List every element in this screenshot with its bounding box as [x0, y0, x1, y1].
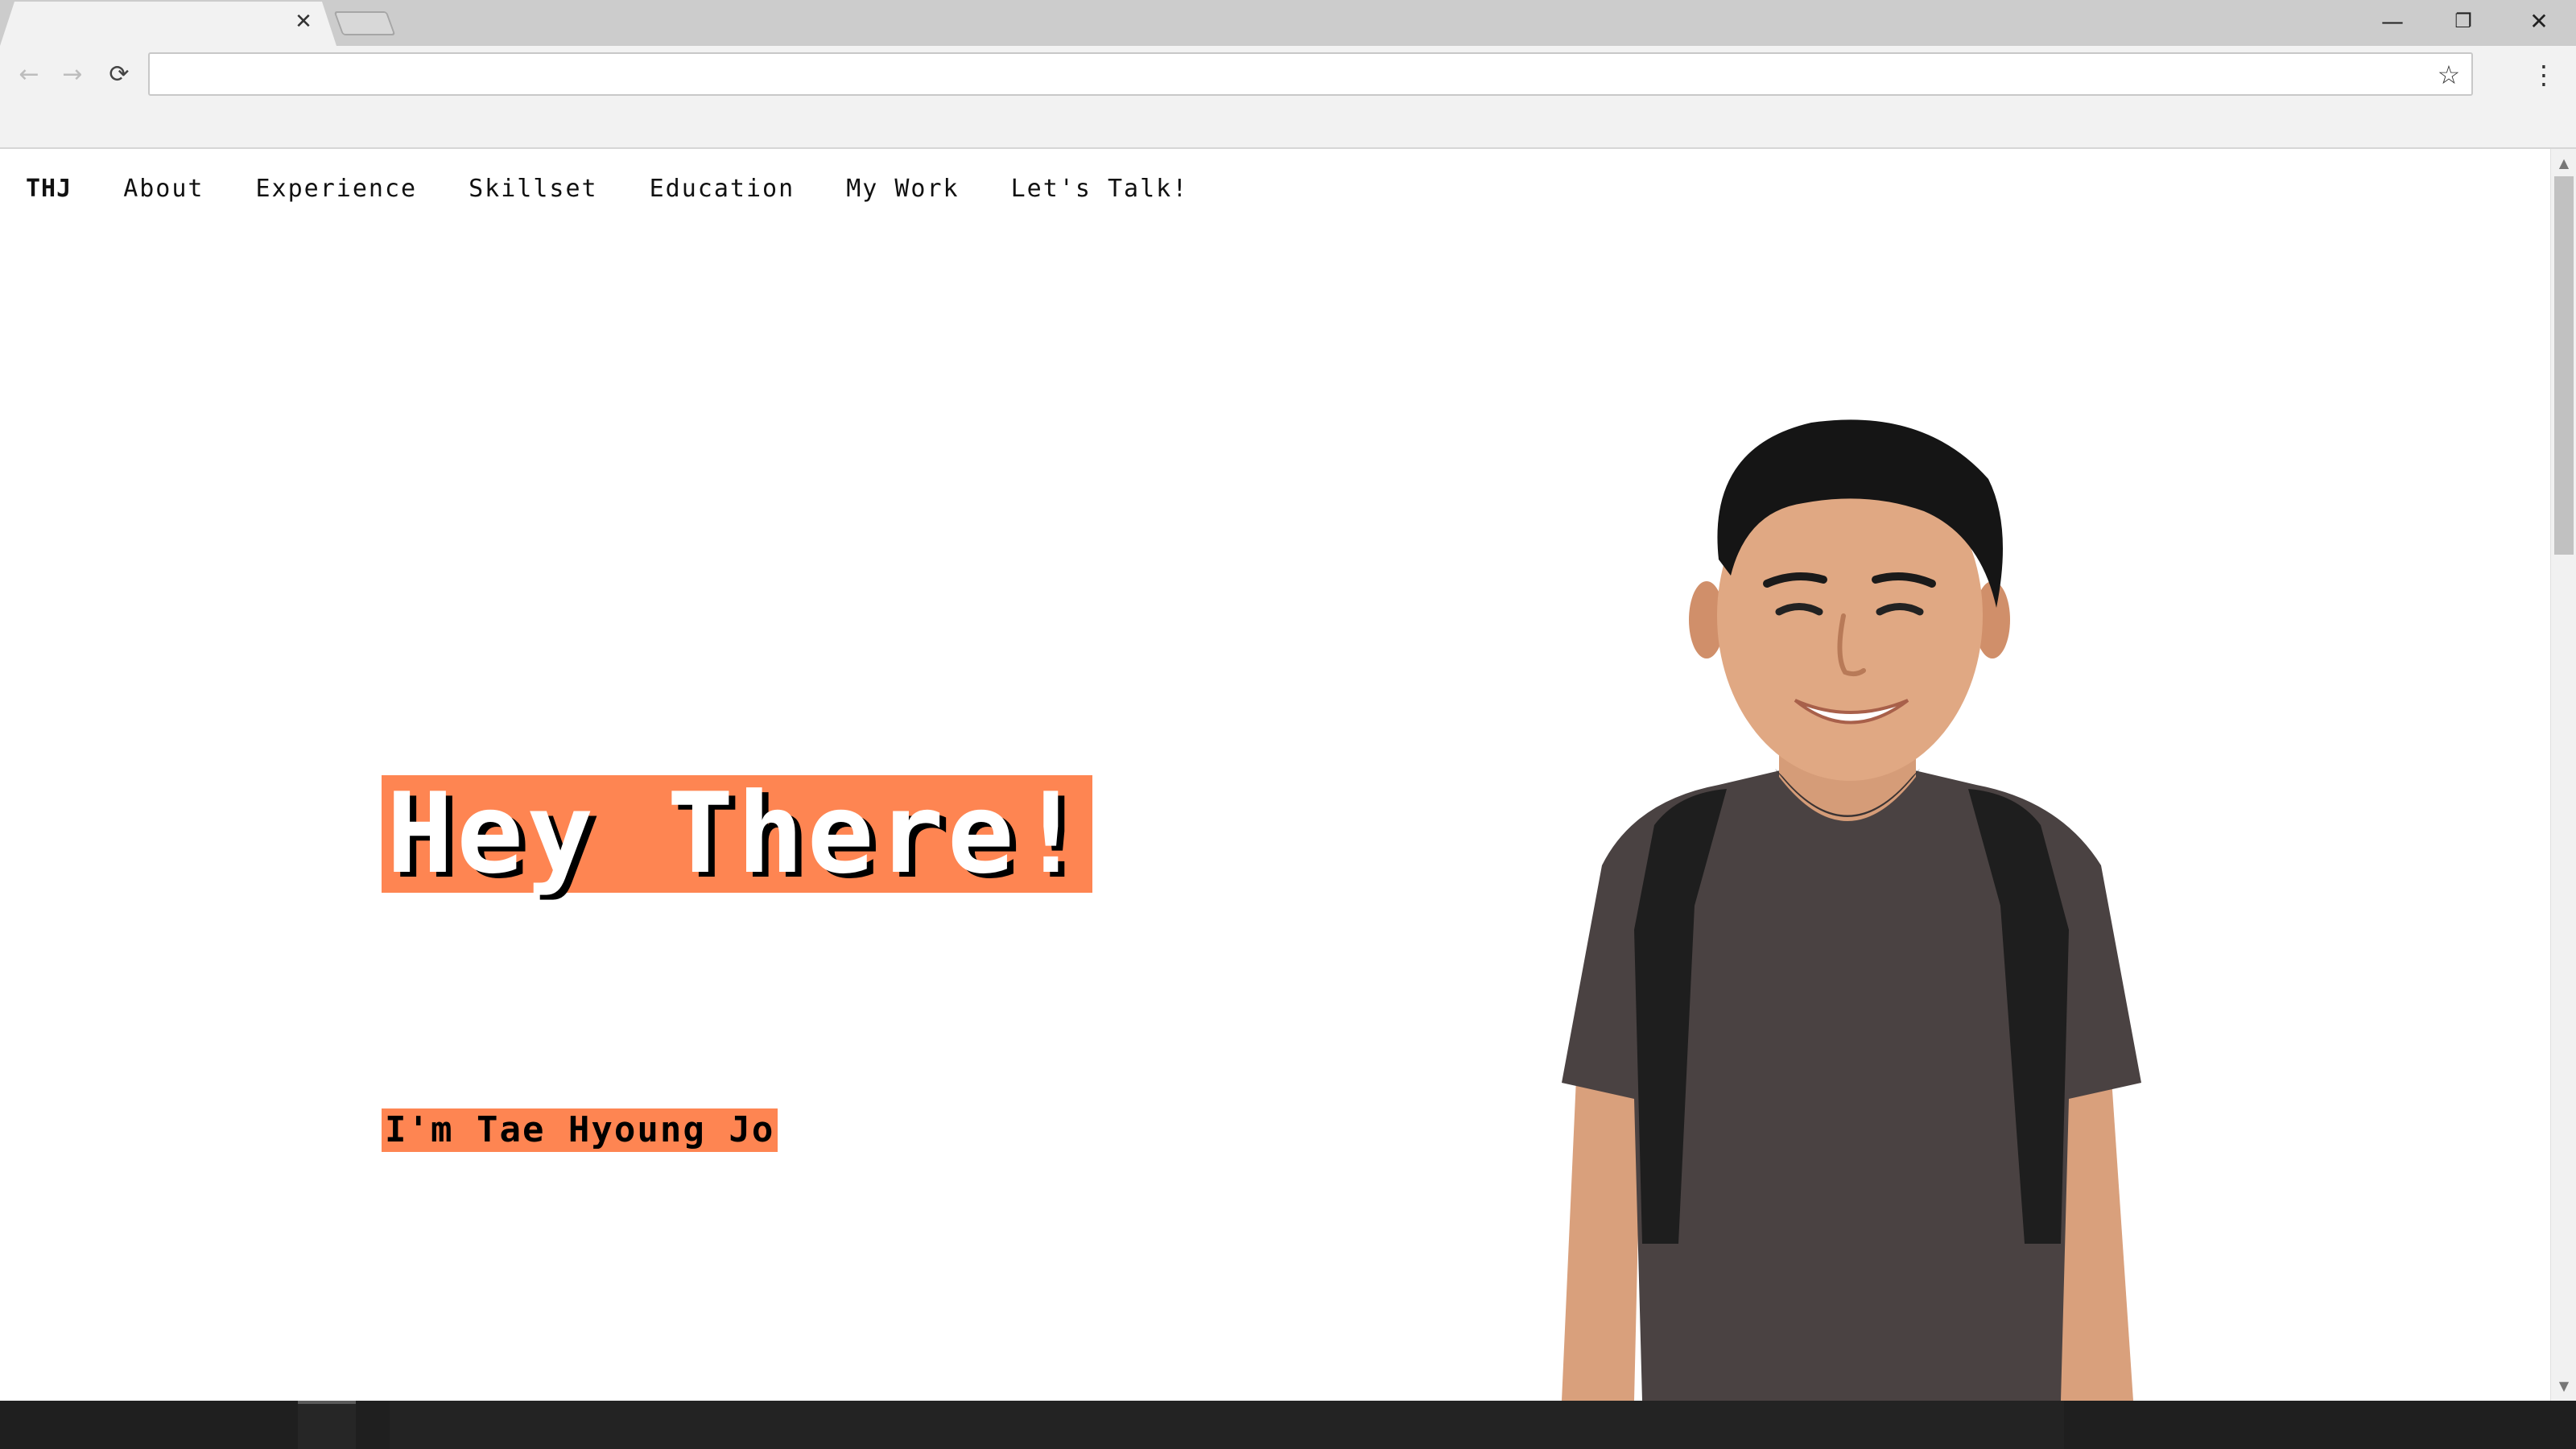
tab-close-icon[interactable]: ✕ [291, 10, 316, 34]
portrait-photo [1562, 419, 2141, 1401]
browser-toolbar: ← → ⟳ ☆ ⋮ [0, 46, 2576, 149]
page-scrollbar[interactable]: ▲ ▼ [2550, 149, 2576, 1401]
nav-link-about[interactable]: About [123, 175, 204, 203]
browser-tab[interactable] [0, 2, 336, 46]
nav-link-skillset[interactable]: Skillset [469, 175, 598, 203]
nav-link-experience[interactable]: Experience [256, 175, 418, 203]
nav-link-lets-talk[interactable]: Let's Talk! [1011, 175, 1189, 203]
taskbar-app[interactable] [298, 1401, 356, 1449]
hero-subtitle: I'm Tae Hyoung Jo [382, 1108, 778, 1152]
forward-arrow-icon[interactable]: → [55, 57, 90, 93]
browser-menu-icon[interactable]: ⋮ [2529, 57, 2558, 93]
os-taskbar [0, 1401, 2576, 1449]
scroll-down-arrow-icon[interactable]: ▼ [2551, 1375, 2576, 1397]
reload-icon[interactable]: ⟳ [101, 57, 137, 93]
back-arrow-icon[interactable]: ← [11, 57, 47, 93]
bookmark-star-icon[interactable]: ☆ [2433, 59, 2465, 91]
hero-title: Hey There! [382, 775, 1092, 893]
scroll-thumb[interactable] [2554, 176, 2574, 555]
taskbar-active-indicator [298, 1401, 356, 1404]
nav-link-my-work[interactable]: My Work [846, 175, 959, 203]
page-viewport: THJ About Experience Skillset Education … [0, 149, 2550, 1401]
restore-button[interactable]: ❐ [2426, 0, 2500, 42]
minimize-button[interactable]: — [2355, 0, 2429, 42]
site-brand-logo[interactable]: THJ [26, 175, 72, 203]
taskbar-app[interactable] [390, 1401, 2064, 1449]
close-window-button[interactable]: ✕ [2502, 0, 2576, 42]
address-bar[interactable] [148, 52, 2473, 96]
scroll-up-arrow-icon[interactable]: ▲ [2551, 152, 2576, 175]
browser-tabstrip: ✕ — ❐ ✕ [0, 0, 2576, 46]
new-tab-button[interactable] [333, 11, 396, 35]
nav-link-education[interactable]: Education [650, 175, 795, 203]
site-navbar: THJ About Experience Skillset Education … [0, 168, 1188, 208]
